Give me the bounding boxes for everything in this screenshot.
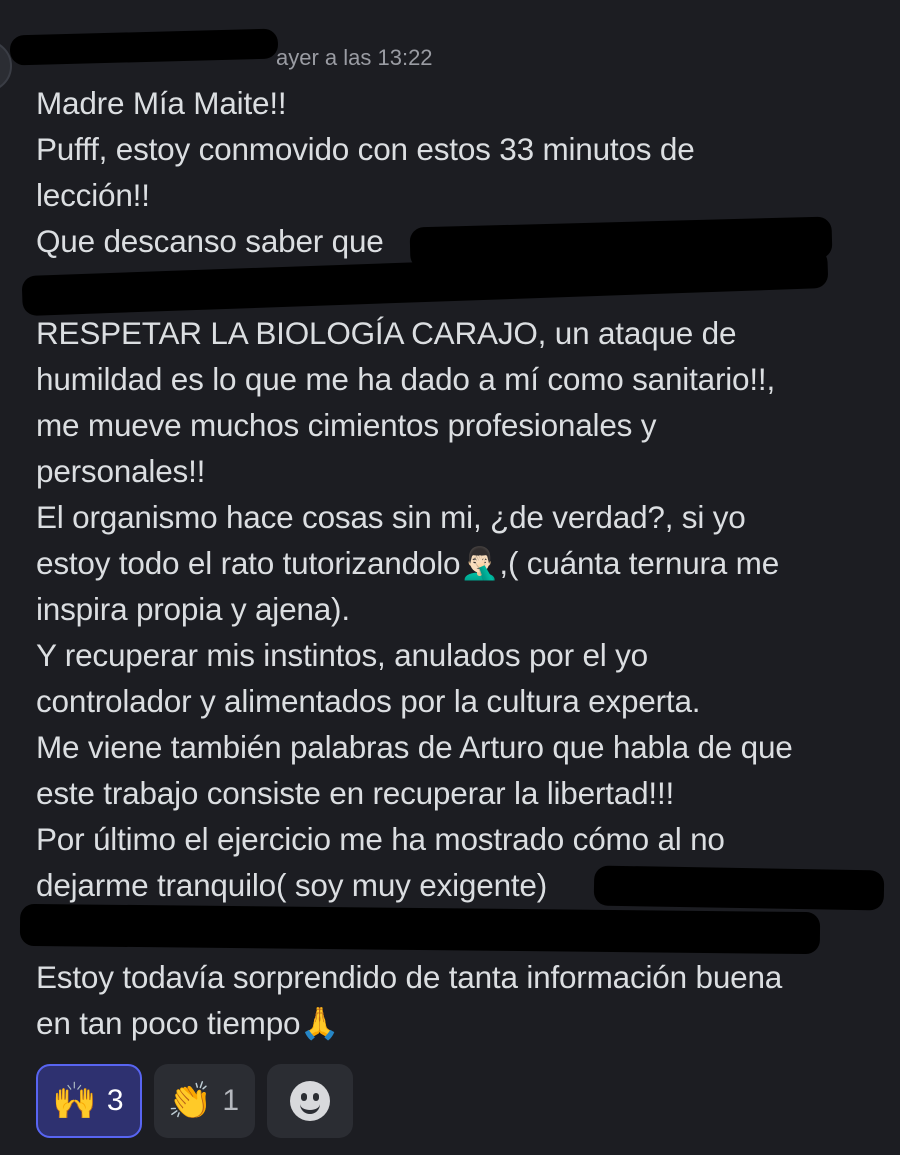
add-reaction-button[interactable] (267, 1064, 354, 1138)
message-line: me mueve muchos cimientos profesionales … (36, 407, 657, 443)
redacted-username (9, 28, 279, 66)
message-line: inspira propia y ajena). (36, 591, 350, 627)
message-line: Estoy todavía sorprendido de tanta infor… (36, 959, 783, 995)
message-line: lección!! (36, 177, 150, 213)
message-timestamp[interactable]: ayer a las 13:22 (276, 45, 433, 71)
message-line: Por último el ejercicio me ha mostrado c… (36, 821, 725, 857)
message-line: El organismo hace cosas sin mi, ¿de verd… (36, 499, 746, 535)
raising-hands-icon: 🙌 (52, 1080, 97, 1121)
message-line: personales!! (36, 453, 206, 489)
clapping-hands-icon: 👏 (167, 1080, 213, 1121)
message-line: en tan poco tiempo🙏 (36, 1005, 340, 1041)
reaction-count: 3 (106, 1084, 124, 1117)
message-line: Pufff, estoy conmovido con estos 33 minu… (36, 131, 695, 167)
smiley-add-reaction-icon (290, 1081, 331, 1121)
message-line: humildad es lo que me ha dado a mí como … (36, 361, 776, 397)
message-line: Me viene también palabras de Arturo que … (36, 729, 793, 765)
reactions-bar: 🙌 3 👏 1 (36, 1064, 354, 1138)
redaction-mark (19, 903, 821, 955)
message-line: estoy todo el rato tutorizandolo🤦🏻‍♂️,( … (36, 545, 780, 581)
message-header (0, 28, 900, 74)
message-line: este trabajo consiste en recuperar la li… (36, 775, 675, 811)
reaction-clapping-hands[interactable]: 👏 1 (153, 1064, 256, 1138)
reaction-count: 1 (222, 1084, 240, 1117)
message-line: RESPETAR LA BIOLOGÍA CARAJO, un ataque d… (36, 315, 737, 351)
redaction-mark (593, 865, 885, 911)
reaction-raising-hands[interactable]: 🙌 3 (36, 1064, 142, 1138)
message-line: Madre Mía Maite!! (36, 85, 287, 121)
message-line: Y recuperar mis instintos, anulados por … (36, 637, 648, 673)
message-line: controlador y alimentados por la cultura… (36, 683, 701, 719)
